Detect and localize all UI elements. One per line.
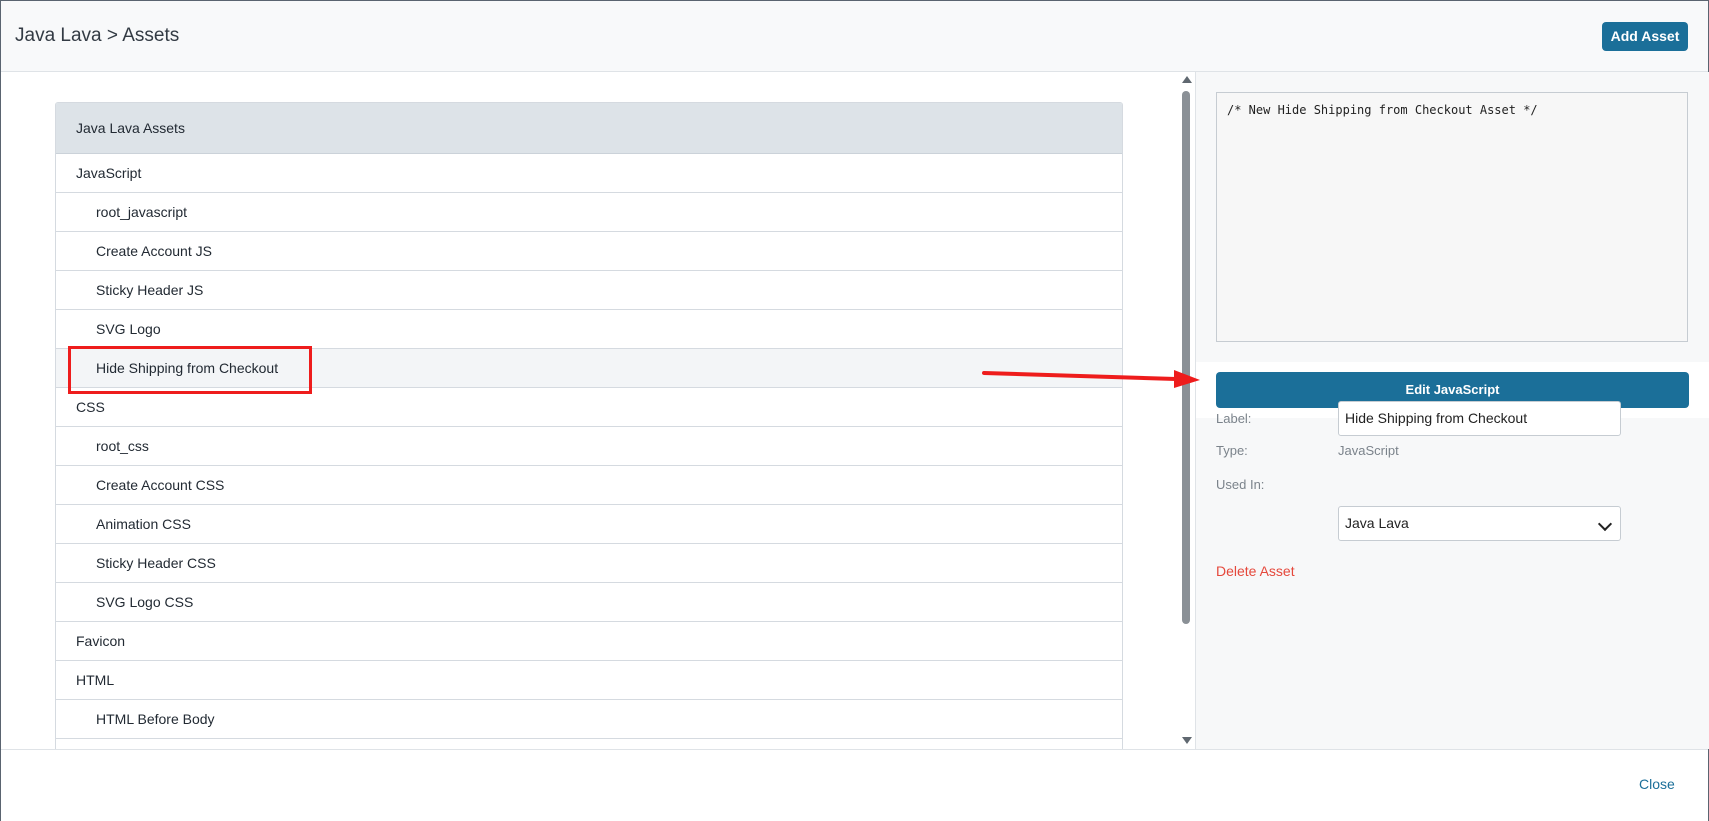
tree-asset-row[interactable]: Sticky Header CSS <box>56 544 1122 583</box>
tree-asset-row[interactable]: root_javascript <box>56 193 1122 232</box>
tree-asset-row[interactable]: Sticky Header JS <box>56 271 1122 310</box>
type-value: JavaScript <box>1338 443 1399 458</box>
close-button[interactable]: Close <box>1639 776 1675 792</box>
tree-asset-row[interactable]: Hide Shipping from Checkout <box>56 349 1122 388</box>
add-asset-button[interactable]: Add Asset <box>1602 22 1688 51</box>
breadcrumb: Java Lava > Assets <box>15 25 180 46</box>
asset-tree: Java Lava Assets JavaScript root_javascri… <box>55 102 1123 749</box>
type-caption: Type: <box>1216 443 1248 458</box>
chevron-down-icon <box>1597 516 1613 532</box>
label-field[interactable]: Hide Shipping from Checkout <box>1338 401 1621 436</box>
modal-header: Java Lava > Assets Add Asset <box>1 1 1708 72</box>
tree-group-row[interactable]: CSS <box>56 388 1122 427</box>
label-caption: Label: <box>1216 411 1252 426</box>
annotation-arrow-icon <box>982 370 1200 388</box>
asset-detail-pane: /* New Hide Shipping from Checkout Asset… <box>1195 72 1709 749</box>
asset-list-pane: Java Lava Assets JavaScript root_javascri… <box>1 72 1179 749</box>
scroll-down-arrow-icon[interactable] <box>1182 737 1192 744</box>
tree-asset-row[interactable] <box>56 739 1122 749</box>
delete-asset-link[interactable]: Delete Asset <box>1216 563 1295 579</box>
scroll-up-arrow-icon[interactable] <box>1182 76 1192 83</box>
used-in-caption: Used In: <box>1216 477 1265 492</box>
scrollbar-thumb[interactable] <box>1182 91 1190 624</box>
tree-asset-row[interactable]: Create Account CSS <box>56 466 1122 505</box>
modal-footer: Close <box>1 749 1708 821</box>
tree-asset-row[interactable]: root_css <box>56 427 1122 466</box>
code-editor[interactable]: /* New Hide Shipping from Checkout Asset… <box>1216 92 1688 342</box>
asset-tree-header: Java Lava Assets <box>56 103 1122 154</box>
tree-asset-row[interactable]: Animation CSS <box>56 505 1122 544</box>
tree-asset-row[interactable]: HTML Before Body <box>56 700 1122 739</box>
tree-group-row[interactable]: Favicon <box>56 622 1122 661</box>
tree-asset-row[interactable]: SVG Logo CSS <box>56 583 1122 622</box>
tree-asset-row[interactable]: Create Account JS <box>56 232 1122 271</box>
tree-asset-row[interactable]: SVG Logo <box>56 310 1122 349</box>
tree-group-row[interactable]: HTML <box>56 661 1122 700</box>
used-in-selected-value: Java Lava <box>1345 515 1409 531</box>
tree-group-row[interactable]: JavaScript <box>56 154 1122 193</box>
used-in-select[interactable]: Java Lava <box>1338 506 1621 541</box>
